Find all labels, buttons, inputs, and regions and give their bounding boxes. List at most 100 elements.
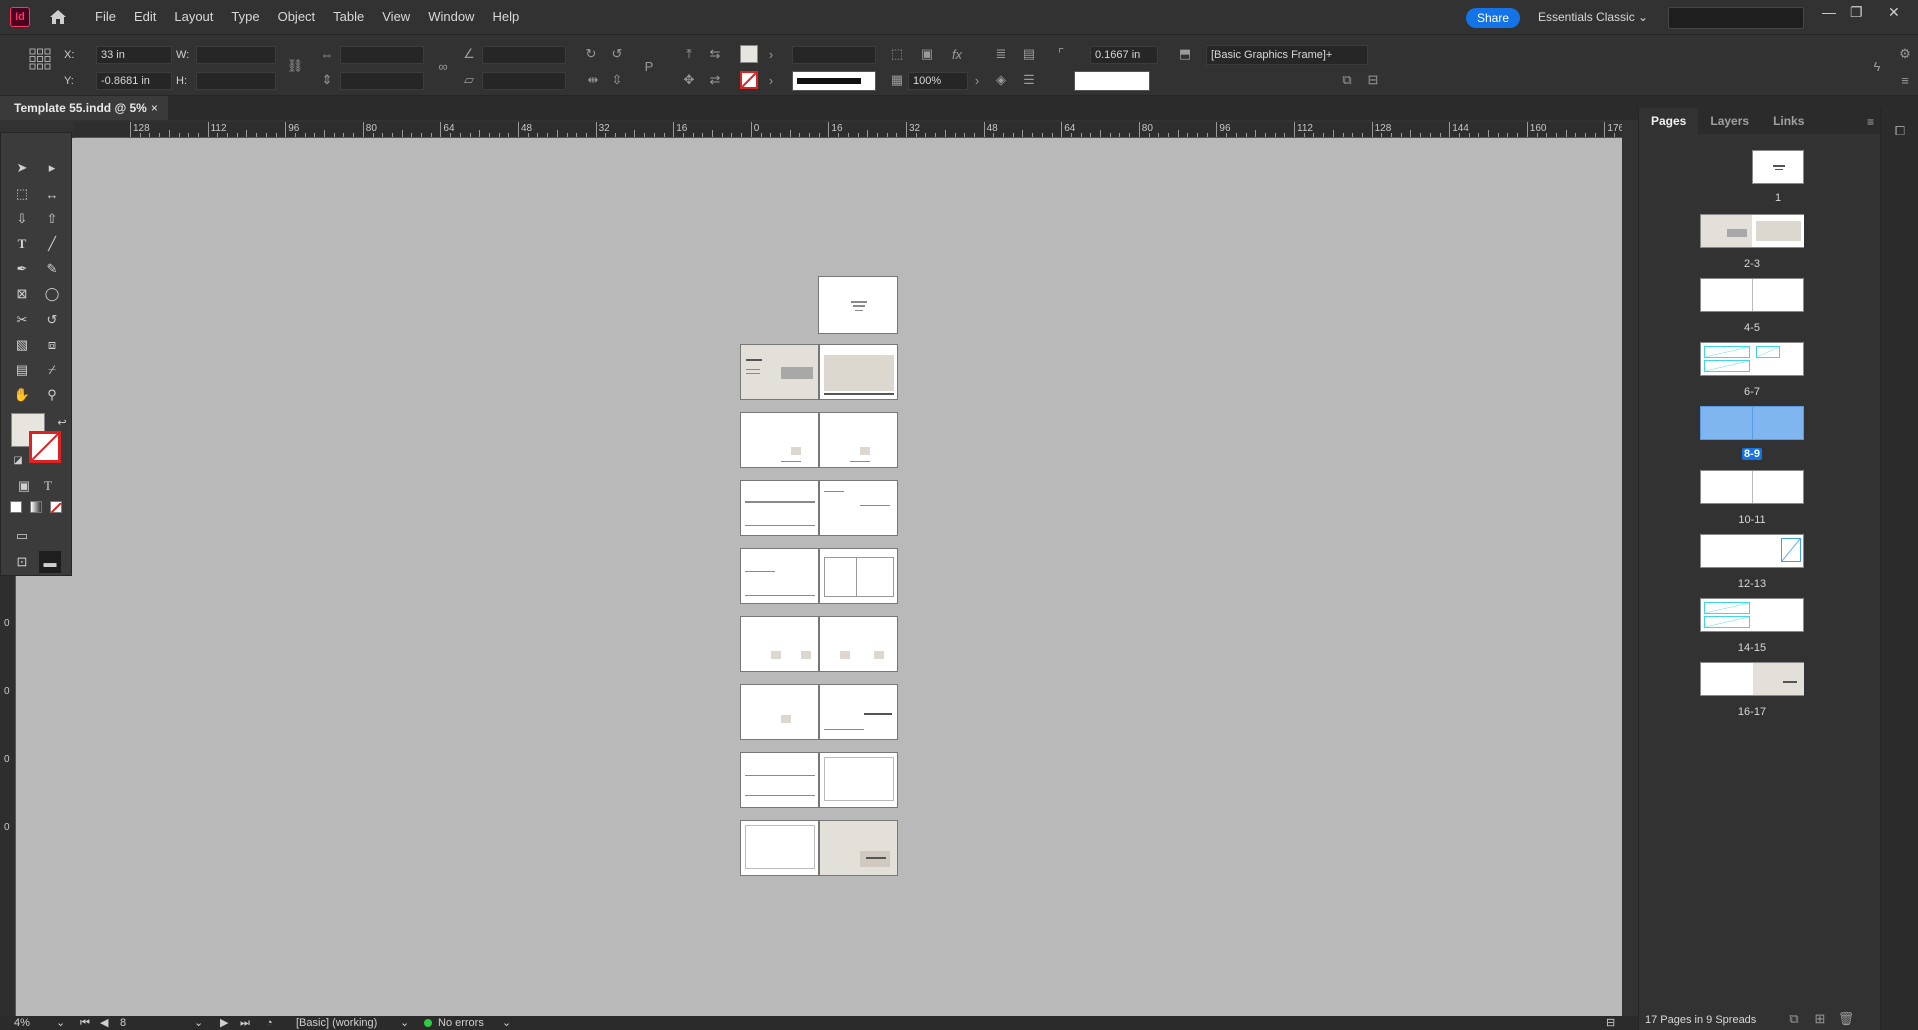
zoom-tool-icon[interactable]: ⚲: [41, 384, 63, 406]
tab-links[interactable]: Links: [1761, 108, 1816, 134]
page-1[interactable]: [818, 276, 898, 334]
open-document-icon[interactable]: ◔: [266, 1016, 273, 1030]
close-window-icon[interactable]: ✕: [1888, 4, 1900, 21]
create-outlines-icon[interactable]: ⧉: [1338, 71, 1356, 89]
flip-horizontal-icon[interactable]: ⇹: [584, 71, 602, 89]
menu-file[interactable]: File: [86, 0, 125, 34]
menu-object[interactable]: Object: [269, 0, 325, 34]
rectangle-frame-tool-icon[interactable]: ⊠: [11, 283, 33, 305]
last-page-icon[interactable]: ⏭: [240, 1016, 250, 1030]
preflight-status[interactable]: No errors: [438, 1016, 484, 1030]
text-wrap-shape-icon[interactable]: ◈: [992, 71, 1010, 89]
p-icon[interactable]: P: [640, 57, 658, 75]
line-tool-icon[interactable]: ╱: [41, 233, 63, 255]
shear-angle-icon[interactable]: ▱: [460, 71, 478, 89]
free-transform-tool-icon[interactable]: ⧈: [41, 334, 63, 356]
stroke-color-swatch[interactable]: [29, 431, 61, 463]
stroke-dropdown-icon[interactable]: ›: [762, 71, 780, 89]
formatting-container-icon[interactable]: ▣: [13, 475, 35, 497]
select-previous-icon[interactable]: ⇆: [706, 45, 724, 63]
page-9[interactable]: [819, 548, 898, 604]
rotate-ccw-icon[interactable]: ↺: [608, 45, 626, 63]
page-11[interactable]: [819, 616, 898, 672]
stroke-type-select[interactable]: [792, 71, 876, 91]
hand-tool-icon[interactable]: ✋: [11, 384, 33, 406]
note-tool-icon[interactable]: ▤: [11, 359, 33, 381]
scale-y-icon[interactable]: ⇕: [318, 71, 336, 89]
corner-options-icon[interactable]: ⌜: [1052, 45, 1070, 63]
type-tool-icon[interactable]: T: [11, 233, 33, 255]
stroke-swatch[interactable]: [740, 71, 758, 89]
spread-thumbnail[interactable]: [1700, 598, 1804, 632]
share-button[interactable]: Share: [1466, 8, 1520, 28]
pen-tool-icon[interactable]: ✒: [11, 258, 33, 280]
opacity-dropdown-icon[interactable]: ›: [968, 71, 986, 89]
menu-type[interactable]: Type: [222, 0, 268, 34]
text-wrap-none-icon[interactable]: ≣: [992, 45, 1010, 63]
page-size-icon[interactable]: ⧉: [1785, 1010, 1803, 1028]
select-content-icon[interactable]: ✥: [680, 71, 698, 89]
page-8[interactable]: [740, 548, 819, 604]
select-next-icon[interactable]: ⇄: [706, 71, 724, 89]
page-16[interactable]: [740, 820, 819, 876]
page-3[interactable]: [819, 344, 898, 400]
fill-dropdown-icon[interactable]: ›: [762, 45, 780, 63]
previous-page-icon[interactable]: ◀: [100, 1016, 108, 1030]
h-field[interactable]: [196, 72, 276, 90]
screen-mode-icon[interactable]: ▭: [11, 525, 33, 547]
spread-thumbnail[interactable]: [1700, 470, 1804, 504]
rotate-tool-icon[interactable]: ↺: [41, 309, 63, 331]
apply-none-icon[interactable]: [50, 501, 62, 514]
fill-swatch[interactable]: [740, 45, 758, 63]
default-colors-icon[interactable]: ◪: [7, 449, 29, 471]
panel-menu-icon[interactable]: ≡: [1867, 115, 1874, 129]
scale-y-field[interactable]: [340, 72, 424, 90]
page-dropdown-icon[interactable]: ⌄: [194, 1016, 203, 1030]
menu-window[interactable]: Window: [419, 0, 483, 34]
page-10[interactable]: [740, 616, 819, 672]
spread-thumbnail[interactable]: [1700, 278, 1804, 312]
rotate-field[interactable]: [482, 46, 566, 64]
spread-thumbnail-selected[interactable]: [1700, 406, 1804, 440]
restore-icon[interactable]: ❐: [1850, 4, 1863, 21]
page-6[interactable]: [740, 480, 819, 536]
selection-tool-icon[interactable]: ➤: [11, 157, 33, 179]
spread-thumbnail[interactable]: [1700, 342, 1804, 376]
content-collector-icon[interactable]: ⇩: [11, 208, 33, 230]
minimize-icon[interactable]: —: [1822, 4, 1836, 20]
rotate-angle-icon[interactable]: ∠: [460, 45, 478, 63]
document-tab[interactable]: Template 55.indd @ 5% ×: [0, 96, 168, 120]
opacity-field[interactable]: 100%: [908, 72, 968, 90]
page-2[interactable]: [740, 344, 819, 400]
properties-panel-icon[interactable]: ⧠: [1891, 122, 1909, 140]
menu-view[interactable]: View: [373, 0, 419, 34]
rotate-cw-icon[interactable]: ↻: [582, 45, 600, 63]
menu-edit[interactable]: Edit: [125, 0, 165, 34]
swap-colors-icon[interactable]: ↩: [51, 411, 73, 433]
apply-gradient-icon[interactable]: [30, 501, 42, 513]
tab-layers[interactable]: Layers: [1698, 108, 1761, 134]
search-input[interactable]: [1668, 7, 1804, 29]
text-wrap-box-icon[interactable]: ▤: [1020, 45, 1038, 63]
tab-pages[interactable]: Pages: [1639, 108, 1699, 134]
text-wrap-jump-icon[interactable]: ☰: [1020, 71, 1038, 89]
link-scale-icon[interactable]: ∞: [434, 57, 452, 75]
direct-selection-tool-icon[interactable]: ▸: [41, 157, 63, 179]
gap-tool-icon[interactable]: ⊟: [1364, 71, 1382, 89]
page-number-field[interactable]: 8: [120, 1016, 126, 1030]
apply-color-icon[interactable]: [10, 501, 22, 513]
menu-table[interactable]: Table: [324, 0, 373, 34]
zoom-dropdown-icon[interactable]: ⌄: [56, 1016, 65, 1030]
page-13[interactable]: [819, 684, 898, 740]
scale-x-icon[interactable]: ⇔: [318, 45, 336, 63]
gap-tool-icon[interactable]: ↔: [41, 183, 63, 205]
spread-thumbnail[interactable]: [1700, 214, 1804, 248]
delete-page-icon[interactable]: 🗑: [1837, 1010, 1855, 1028]
fx-icon[interactable]: fx: [948, 45, 966, 63]
page-tool-icon[interactable]: ⬚: [11, 183, 33, 205]
first-page-icon[interactable]: ⏮: [80, 1016, 90, 1030]
x-field[interactable]: 33 in: [96, 46, 172, 64]
stroke-weight-field[interactable]: [792, 46, 876, 64]
y-field[interactable]: -0.8681 in: [96, 72, 172, 90]
spread-thumbnail[interactable]: [1700, 662, 1804, 696]
